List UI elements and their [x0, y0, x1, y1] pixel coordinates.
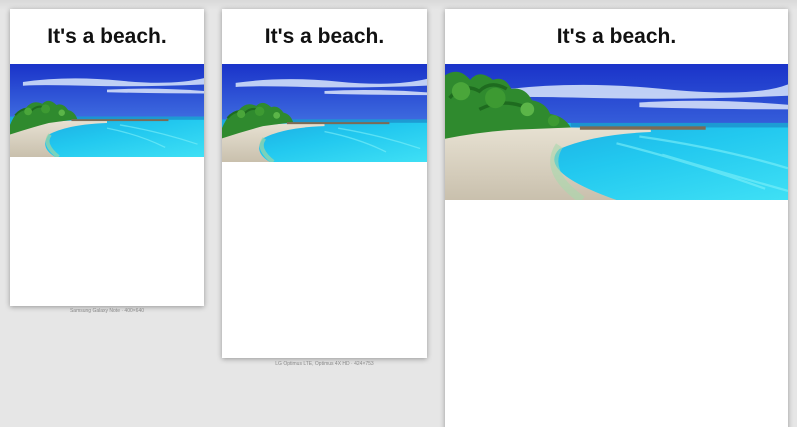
- beach-image: [445, 64, 788, 200]
- device-frame-lg-optimus: It's a beach.: [222, 9, 427, 358]
- device-caption: Samsung Galaxy Note · 400×640: [69, 308, 145, 314]
- device-caption: LG Optimus LTE, Optimus 4X HD · 424×753: [275, 361, 374, 367]
- page-heading: It's a beach.: [264, 25, 385, 48]
- device-frame-large: It's a beach.: [445, 9, 788, 427]
- device-frame-samsung-galaxy-note: It's a beach.: [10, 9, 204, 306]
- page-heading: It's a beach.: [556, 25, 677, 48]
- beach-image: [10, 64, 204, 157]
- beach-image: [222, 64, 427, 162]
- page-heading: It's a beach.: [47, 25, 167, 48]
- responsive-preview-canvas: It's a beach. Samsung Galaxy Note · 400×…: [0, 0, 797, 427]
